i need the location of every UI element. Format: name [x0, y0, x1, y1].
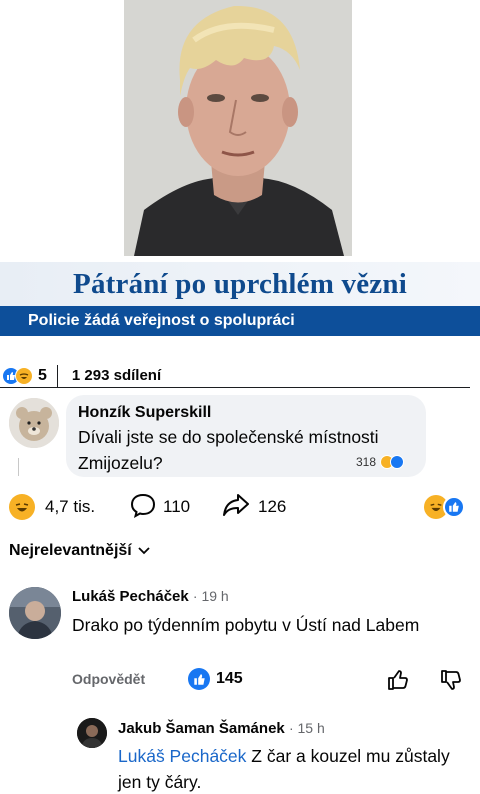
avatar[interactable] — [77, 718, 107, 748]
sort-label: Nejrelevantnější — [9, 542, 132, 559]
suspect-photo — [124, 0, 352, 256]
comment-text: Drako po týdenním pobytu v Ústí nad Labe… — [72, 615, 420, 635]
like-icon — [188, 668, 210, 690]
shared-post-stats: 5 1 293 sdílení — [0, 364, 470, 388]
comment-reaction-count: 318 — [355, 455, 376, 469]
reaction-types[interactable] — [424, 490, 465, 524]
shared-reaction-count: 5 — [38, 366, 47, 384]
mention-link[interactable]: Lukáš Pecháček — [118, 746, 246, 766]
reactions-count: 4,7 tis. — [45, 497, 96, 516]
share-icon — [222, 492, 250, 523]
reaction-icons[interactable] — [2, 366, 33, 385]
comment-author-line: Jakub Šaman Šamánek · 15 h — [118, 720, 325, 737]
avatar[interactable] — [9, 398, 59, 448]
thumbs-down-icon[interactable] — [439, 668, 463, 697]
comment-text: Lukáš Pecháček Z čar a kouzel mu zůstaly… — [118, 743, 458, 794]
banner-title-bar: Pátrání po uprchlém vězni — [0, 262, 480, 306]
shares-summary[interactable]: 126 — [222, 490, 286, 524]
banner-subtitle-bar: Policie žádá veřejnost o spolupráci — [0, 306, 480, 336]
shared-share-count[interactable]: 1 293 sdílení — [72, 367, 161, 384]
like-icon — [390, 455, 404, 469]
thread-line — [18, 458, 19, 476]
quoted-comment-bubble: Honzík Superskill Dívali jste se do spol… — [66, 395, 426, 477]
comment-author[interactable]: Jakub Šaman Šamánek — [118, 720, 285, 737]
comment-reactions[interactable]: 318 — [356, 455, 404, 469]
haha-icon — [9, 494, 35, 520]
chevron-down-icon — [138, 542, 150, 560]
haha-icon — [15, 366, 33, 385]
divider — [56, 364, 58, 387]
shares-count: 126 — [258, 497, 287, 516]
comment-like-count: 145 — [216, 670, 243, 687]
reactions-summary[interactable]: 4,7 tis. — [9, 490, 95, 524]
post-stats-bar: 4,7 tis. 110 126 — [0, 490, 480, 524]
comment-author[interactable]: Lukáš Pecháček — [72, 588, 189, 605]
like-icon — [443, 496, 465, 518]
avatar[interactable] — [9, 587, 61, 639]
comment-sort-dropdown[interactable]: Nejrelevantnější — [9, 542, 150, 560]
comments-summary[interactable]: 110 — [130, 490, 190, 524]
comment-author-line: Lukáš Pecháček · 19 h — [72, 588, 229, 605]
comment-timestamp[interactable]: · 19 h — [193, 588, 229, 604]
comment-timestamp[interactable]: · 15 h — [289, 720, 325, 736]
banner-title: Pátrání po uprchlém vězni — [73, 267, 407, 300]
reply-button[interactable]: Odpovědět — [72, 671, 145, 687]
banner-subtitle: Policie žádá veřejnost o spolupráci — [28, 312, 295, 329]
comments-count: 110 — [163, 497, 191, 516]
thumbs-up-icon[interactable] — [386, 668, 410, 697]
comment-likes[interactable]: 145 — [188, 668, 243, 690]
comment-icon — [130, 492, 156, 523]
comment-author[interactable]: Honzík Superskill — [78, 404, 414, 422]
